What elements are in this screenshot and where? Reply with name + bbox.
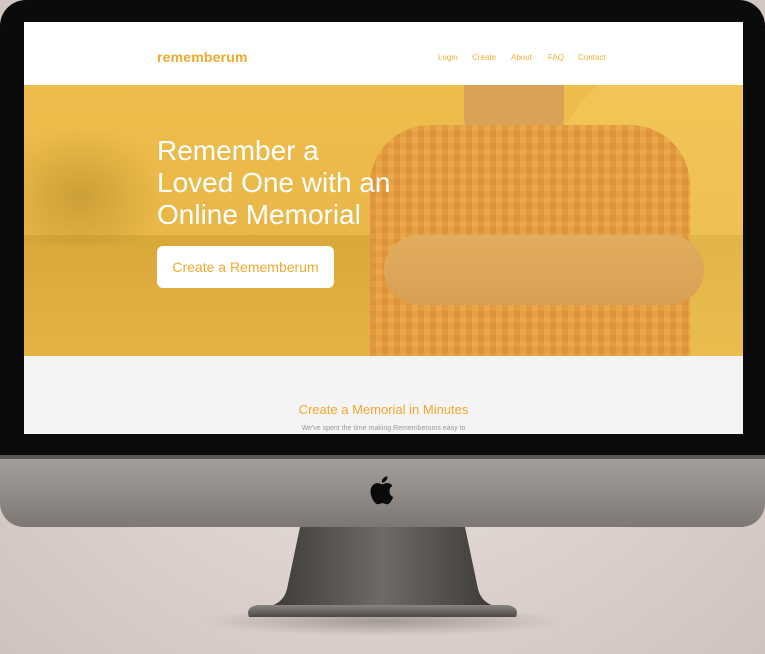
site-header: rememberum Login Create About FAQ Contac…: [24, 22, 743, 85]
nav-faq-link[interactable]: FAQ: [548, 53, 564, 62]
section-title: Create a Memorial in Minutes: [298, 402, 469, 417]
screen: rememberum Login Create About FAQ Contac…: [24, 22, 743, 434]
hero-person-arms: [384, 235, 704, 305]
create-rememberum-button[interactable]: Create a Rememberum: [157, 246, 334, 288]
stand-shadow: [200, 606, 565, 636]
nav-contact-link[interactable]: Contact: [578, 53, 606, 62]
brand-logo[interactable]: rememberum: [157, 49, 248, 65]
apple-logo-icon: [370, 476, 394, 505]
hero-title: Remember a Loved One with an Online Memo…: [157, 135, 477, 231]
chin-divider: [0, 455, 765, 459]
hero-title-line: Loved One with an: [157, 167, 391, 198]
hero-section: Remember a Loved One with an Online Memo…: [24, 85, 743, 356]
section-subtitle: We've spent the time making Rememberums …: [301, 425, 466, 432]
nav-about-link[interactable]: About: [511, 53, 532, 62]
nav-login-link[interactable]: Login: [438, 53, 458, 62]
hero-title-line: Online Memorial: [157, 199, 361, 230]
hero-trees: [24, 125, 164, 245]
hero-title-line: Remember a: [157, 135, 319, 166]
nav-create-link[interactable]: Create: [472, 53, 496, 62]
